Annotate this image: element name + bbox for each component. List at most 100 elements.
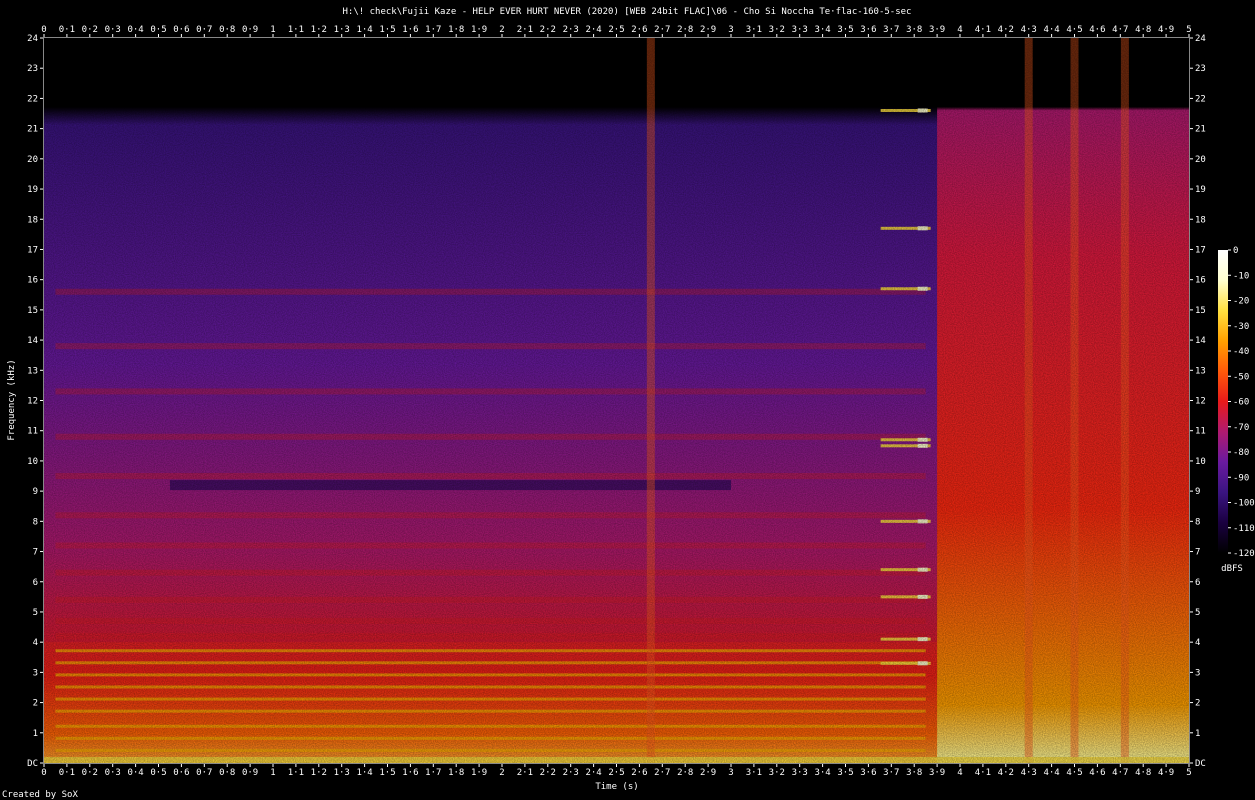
y-tick-label: 24 bbox=[27, 34, 38, 44]
x-tick-label: 4·3 bbox=[1021, 768, 1037, 778]
x-tick-label: 4·4 bbox=[1043, 25, 1059, 35]
footer-credit: Created by SoX bbox=[2, 790, 78, 800]
x-tick-label: 2·3 bbox=[563, 25, 579, 35]
x-tick-label: 2·1 bbox=[517, 768, 533, 778]
y-tick-label: 16 bbox=[27, 276, 38, 286]
x-tick-label: 3 bbox=[728, 25, 733, 35]
y-tick-label: 4 bbox=[33, 638, 38, 648]
x-tick-label: 0·9 bbox=[242, 768, 258, 778]
x-tick-label: 3·7 bbox=[883, 768, 899, 778]
x-tick-label: 0·7 bbox=[196, 768, 212, 778]
x-tick-label: 4·3 bbox=[1021, 25, 1037, 35]
x-tick-label: 5 bbox=[1186, 768, 1191, 778]
x-tick-label: 2·3 bbox=[563, 768, 579, 778]
y-tick-label: 5 bbox=[1195, 608, 1200, 618]
x-tick-label: 3·2 bbox=[769, 768, 785, 778]
x-tick-label: 2·2 bbox=[540, 25, 556, 35]
y-tick-label: 5 bbox=[33, 608, 38, 618]
colorbar-tick-label: -70 bbox=[1233, 423, 1249, 433]
x-tick-label: 4·6 bbox=[1089, 768, 1105, 778]
x-tick-label: 1·1 bbox=[288, 25, 304, 35]
y-tick-label: 13 bbox=[1195, 366, 1206, 376]
x-tick-label: 0·7 bbox=[196, 25, 212, 35]
x-tick-label: 1·7 bbox=[425, 25, 441, 35]
x-tick-label: 0·1 bbox=[59, 25, 75, 35]
y-tick-label: 9 bbox=[1195, 487, 1200, 497]
x-tick-label: 3·3 bbox=[792, 25, 808, 35]
x-tick-label: 3·6 bbox=[860, 25, 876, 35]
colorbar-tick-label: -40 bbox=[1233, 347, 1249, 357]
y-tick-label: 16 bbox=[1195, 276, 1206, 286]
x-tick-label: 2 bbox=[499, 768, 504, 778]
y-axis-left: DC12345678910111213141516171819202122232… bbox=[27, 34, 43, 769]
colorbar-tick-label: -110 bbox=[1233, 524, 1255, 534]
x-tick-label: 3·9 bbox=[929, 25, 945, 35]
x-tick-label: 0·4 bbox=[127, 25, 143, 35]
colorbar-tick-label: -60 bbox=[1233, 398, 1249, 408]
x-tick-label: 1·9 bbox=[471, 768, 487, 778]
x-tick-label: 1·4 bbox=[356, 25, 372, 35]
x-tick-label: 2·4 bbox=[585, 25, 601, 35]
x-tick-label: 1·4 bbox=[356, 768, 372, 778]
y-tick-label: 6 bbox=[1195, 578, 1200, 588]
y-tick-label: 23 bbox=[27, 64, 38, 74]
y-tick-label: 3 bbox=[1195, 668, 1200, 678]
x-tick-label: 0·6 bbox=[173, 25, 189, 35]
y-axis-right: DC12345678910111213141516171819202122232… bbox=[1190, 34, 1206, 769]
x-tick-label: 2·5 bbox=[608, 25, 624, 35]
x-tick-label: 1·7 bbox=[425, 768, 441, 778]
x-tick-label: 3·8 bbox=[906, 768, 922, 778]
x-axis-label: Time (s) bbox=[595, 782, 638, 792]
x-tick-label: 0·8 bbox=[219, 768, 235, 778]
x-tick-label: 3·9 bbox=[929, 768, 945, 778]
colorbar-tick-label: -100 bbox=[1233, 499, 1255, 509]
chart-title: H:\! check\Fujii Kaze - HELP EVER HURT N… bbox=[343, 7, 912, 17]
x-tick-label: 4·6 bbox=[1089, 25, 1105, 35]
y-tick-label: 24 bbox=[1195, 34, 1206, 44]
y-tick-label: 19 bbox=[27, 185, 38, 195]
x-tick-label: 2·9 bbox=[700, 25, 716, 35]
x-tick-label: 4·9 bbox=[1158, 768, 1174, 778]
x-tick-label: 4·4 bbox=[1043, 768, 1059, 778]
x-tick-label: 0 bbox=[41, 25, 46, 35]
x-axis-top: 0 0·1 0·2 0·3 0·4 0·5 0·6 0·7 0·8 0·9 1 1·1 1·2 1·3 1·… bbox=[41, 25, 1192, 37]
y-tick-label: 17 bbox=[1195, 245, 1206, 255]
y-tick-label: 2 bbox=[33, 699, 38, 709]
y-tick-label: 12 bbox=[1195, 397, 1206, 407]
y-tick-label: 9 bbox=[33, 487, 38, 497]
x-tick-label: 2·8 bbox=[677, 25, 693, 35]
spectrogram-plot-area bbox=[44, 38, 1189, 763]
x-tick-label: 3·4 bbox=[814, 25, 830, 35]
x-tick-label: 0·9 bbox=[242, 25, 258, 35]
y-tick-label: 19 bbox=[1195, 185, 1206, 195]
y-tick-label: 1 bbox=[33, 729, 38, 739]
colorbar-tick-label: -50 bbox=[1233, 372, 1249, 382]
x-tick-label: 1·8 bbox=[448, 768, 464, 778]
x-tick-label: 1 bbox=[270, 768, 275, 778]
y-tick-label: 20 bbox=[27, 155, 38, 165]
x-tick-label: 2·6 bbox=[631, 25, 647, 35]
y-tick-label: 4 bbox=[1195, 638, 1200, 648]
y-tick-label: 22 bbox=[1195, 94, 1206, 104]
y-tick-label: 18 bbox=[1195, 215, 1206, 225]
y-tick-label: 20 bbox=[1195, 155, 1206, 165]
y-tick-label: DC bbox=[1195, 759, 1206, 769]
x-tick-label: 3·1 bbox=[746, 25, 762, 35]
x-tick-label: 2·9 bbox=[700, 768, 716, 778]
x-tick-label: 4·5 bbox=[1066, 768, 1082, 778]
x-tick-label: 1·5 bbox=[379, 768, 395, 778]
colorbar-tick-label: -10 bbox=[1233, 271, 1249, 281]
y-tick-label: 10 bbox=[27, 457, 38, 467]
x-tick-label: 0·8 bbox=[219, 25, 235, 35]
x-tick-label: 1 bbox=[270, 25, 275, 35]
x-tick-label: 2 bbox=[499, 25, 504, 35]
y-tick-label: 14 bbox=[27, 336, 38, 346]
x-tick-label: 0·1 bbox=[59, 768, 75, 778]
x-tick-label: 3·8 bbox=[906, 25, 922, 35]
y-tick-label: 21 bbox=[1195, 125, 1206, 135]
x-tick-label: 2·4 bbox=[585, 768, 601, 778]
x-axis-bottom: 0 0·1 0·2 0·3 0·4 0·5 0·6 0·7 0·8 0·9 1 1·1 1·2 1·3 1·… bbox=[41, 764, 1192, 778]
x-tick-label: 1·2 bbox=[311, 25, 327, 35]
x-tick-label: 2·2 bbox=[540, 768, 556, 778]
x-tick-label: 3·5 bbox=[837, 25, 853, 35]
